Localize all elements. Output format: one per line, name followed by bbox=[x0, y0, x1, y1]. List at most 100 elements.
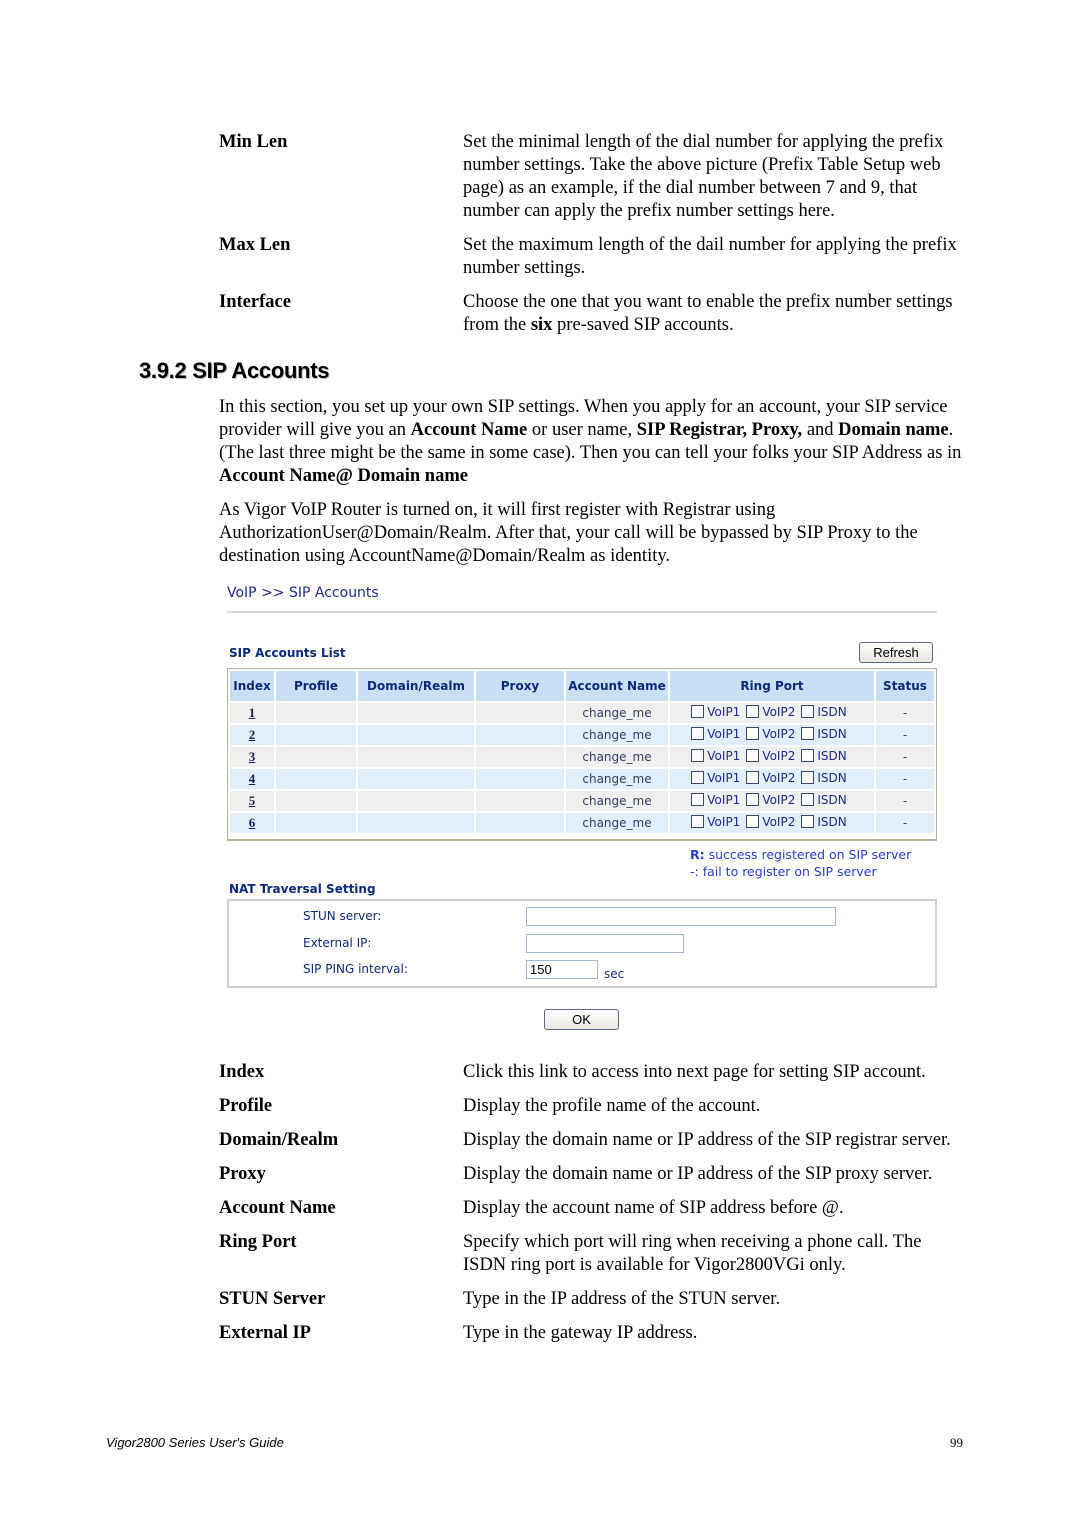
checkbox-label: VoIP2 bbox=[762, 814, 796, 829]
cell-proxy bbox=[476, 703, 564, 723]
checkbox-icon[interactable] bbox=[746, 771, 760, 785]
checkbox-icon[interactable] bbox=[691, 749, 705, 763]
voip1-checkbox[interactable]: VoIP1 bbox=[691, 705, 740, 719]
cell-ring-port: VoIP1 VoIP2 ISDN bbox=[670, 813, 874, 833]
checkbox-icon[interactable] bbox=[746, 793, 760, 807]
column-header-index: Index bbox=[230, 671, 274, 701]
cell-index: 5 bbox=[230, 791, 274, 811]
text: or user name, bbox=[527, 420, 637, 440]
desc-bold: six bbox=[530, 315, 553, 335]
voip2-checkbox[interactable]: VoIP2 bbox=[746, 727, 795, 741]
column-header-status: Status bbox=[876, 671, 934, 701]
isdn-checkbox[interactable]: ISDN bbox=[801, 770, 847, 785]
ok-button[interactable]: OK bbox=[544, 1009, 619, 1030]
definition-term: Domain/Realm bbox=[219, 1130, 339, 1150]
cell-account-name: change_me bbox=[566, 791, 668, 811]
divider bbox=[227, 611, 937, 613]
checkbox-icon[interactable] bbox=[746, 749, 760, 763]
sip-ping-unit: sec bbox=[604, 967, 625, 981]
voip1-checkbox[interactable]: VoIP1 bbox=[691, 793, 740, 807]
sip-accounts-table: Index Profile Domain/Realm Proxy Account… bbox=[227, 668, 937, 841]
cell-account-name: change_me bbox=[566, 769, 668, 789]
legend-text: success registered on SIP server bbox=[704, 847, 912, 862]
legend-registered: R: success registered on SIP server bbox=[690, 846, 911, 863]
voip2-checkbox[interactable]: VoIP2 bbox=[746, 705, 795, 719]
checkbox-label: VoIP1 bbox=[707, 770, 741, 785]
intro-paragraph: In this section, you set up your own SIP… bbox=[219, 396, 979, 488]
index-link[interactable]: 6 bbox=[249, 815, 256, 830]
nat-settings-box: STUN server: External IP: SIP PING inter… bbox=[227, 899, 937, 988]
checkbox-icon[interactable] bbox=[691, 815, 705, 829]
checkbox-icon[interactable] bbox=[801, 793, 815, 807]
registration-paragraph: As Vigor VoIP Router is turned on, it wi… bbox=[219, 500, 918, 566]
bottom-definition-list: Index Click this link to access into next… bbox=[219, 1061, 979, 1356]
checkbox-icon[interactable] bbox=[691, 727, 705, 741]
isdn-checkbox[interactable]: ISDN bbox=[801, 793, 847, 807]
checkbox-label: ISDN bbox=[817, 704, 847, 719]
refresh-button[interactable]: Refresh bbox=[859, 642, 933, 663]
cell-domain bbox=[358, 769, 474, 789]
voip2-checkbox[interactable]: VoIP2 bbox=[746, 815, 795, 829]
checkbox-icon[interactable] bbox=[746, 727, 760, 741]
table-row: 3 change_me VoIP1 VoIP2 ISDN - bbox=[230, 747, 934, 767]
definition-term: Interface bbox=[219, 292, 291, 312]
cell-ring-port: VoIP1 VoIP2 ISDN bbox=[670, 791, 874, 811]
index-link[interactable]: 5 bbox=[249, 793, 256, 808]
checkbox-icon[interactable] bbox=[801, 815, 815, 829]
isdn-checkbox[interactable]: ISDN bbox=[801, 749, 847, 763]
checkbox-icon[interactable] bbox=[691, 793, 705, 807]
index-link[interactable]: 1 bbox=[249, 705, 256, 720]
sip-ping-input[interactable]: 150 bbox=[526, 960, 598, 979]
voip1-checkbox[interactable]: VoIP1 bbox=[691, 771, 740, 785]
voip2-checkbox[interactable]: VoIP2 bbox=[746, 793, 795, 807]
external-ip-label: External IP: bbox=[303, 936, 372, 950]
checkbox-icon[interactable] bbox=[801, 705, 815, 719]
cell-index: 3 bbox=[230, 747, 274, 767]
checkbox-icon[interactable] bbox=[801, 727, 815, 741]
cell-account-name: change_me bbox=[566, 725, 668, 745]
table-row: 5 change_me VoIP1 VoIP2 ISDN - bbox=[230, 791, 934, 811]
cell-status: - bbox=[876, 791, 934, 811]
voip1-checkbox[interactable]: VoIP1 bbox=[691, 749, 740, 763]
voip2-checkbox[interactable]: VoIP2 bbox=[746, 771, 795, 785]
checkbox-icon[interactable] bbox=[801, 771, 815, 785]
checkbox-icon[interactable] bbox=[691, 705, 705, 719]
cell-proxy bbox=[476, 725, 564, 745]
voip1-checkbox[interactable]: VoIP1 bbox=[691, 727, 740, 741]
isdn-checkbox[interactable]: ISDN bbox=[801, 727, 847, 741]
voip1-checkbox[interactable]: VoIP1 bbox=[691, 815, 740, 829]
list-title: SIP Accounts List bbox=[229, 646, 346, 660]
isdn-checkbox[interactable]: ISDN bbox=[801, 814, 847, 829]
index-link[interactable]: 2 bbox=[249, 727, 256, 742]
definition-interface: Interface Choose the one that you want t… bbox=[219, 291, 979, 337]
checkbox-icon[interactable] bbox=[746, 705, 760, 719]
definition-desc: Display the domain name or IP address of… bbox=[463, 1130, 951, 1150]
cell-domain bbox=[358, 703, 474, 723]
checkbox-icon[interactable] bbox=[691, 771, 705, 785]
stun-server-input[interactable] bbox=[526, 907, 836, 926]
checkbox-label: ISDN bbox=[817, 814, 847, 829]
definition-term: Profile bbox=[219, 1096, 273, 1116]
checkbox-label: ISDN bbox=[817, 770, 847, 785]
cell-ring-port: VoIP1 VoIP2 ISDN bbox=[670, 747, 874, 767]
definition-row: Ring Port Specify which port will ring wh… bbox=[219, 1231, 979, 1277]
external-ip-input[interactable] bbox=[526, 934, 684, 953]
cell-index: 1 bbox=[230, 703, 274, 723]
bold-text: Account Name@ Domain name bbox=[219, 466, 468, 486]
isdn-checkbox[interactable]: ISDN bbox=[801, 704, 847, 719]
index-link[interactable]: 4 bbox=[249, 771, 256, 786]
voip2-checkbox[interactable]: VoIP2 bbox=[746, 749, 795, 763]
index-link[interactable]: 3 bbox=[249, 749, 256, 764]
cell-account-name: change_me bbox=[566, 703, 668, 723]
checkbox-icon[interactable] bbox=[746, 815, 760, 829]
section-heading: 3.9.2 SIP Accounts bbox=[139, 358, 330, 383]
definition-min-len: Min Len Set the minimal length of the di… bbox=[219, 131, 979, 223]
cell-status: - bbox=[876, 769, 934, 789]
definition-term: Min Len bbox=[219, 132, 288, 152]
column-header-account-name: Account Name bbox=[566, 671, 668, 701]
definition-desc: Choose the one that you want to enable t… bbox=[463, 291, 963, 337]
breadcrumb: VoIP >> SIP Accounts bbox=[227, 585, 379, 601]
checkbox-icon[interactable] bbox=[801, 749, 815, 763]
cell-status: - bbox=[876, 747, 934, 767]
definition-desc: Type in the IP address of the STUN serve… bbox=[463, 1289, 781, 1309]
